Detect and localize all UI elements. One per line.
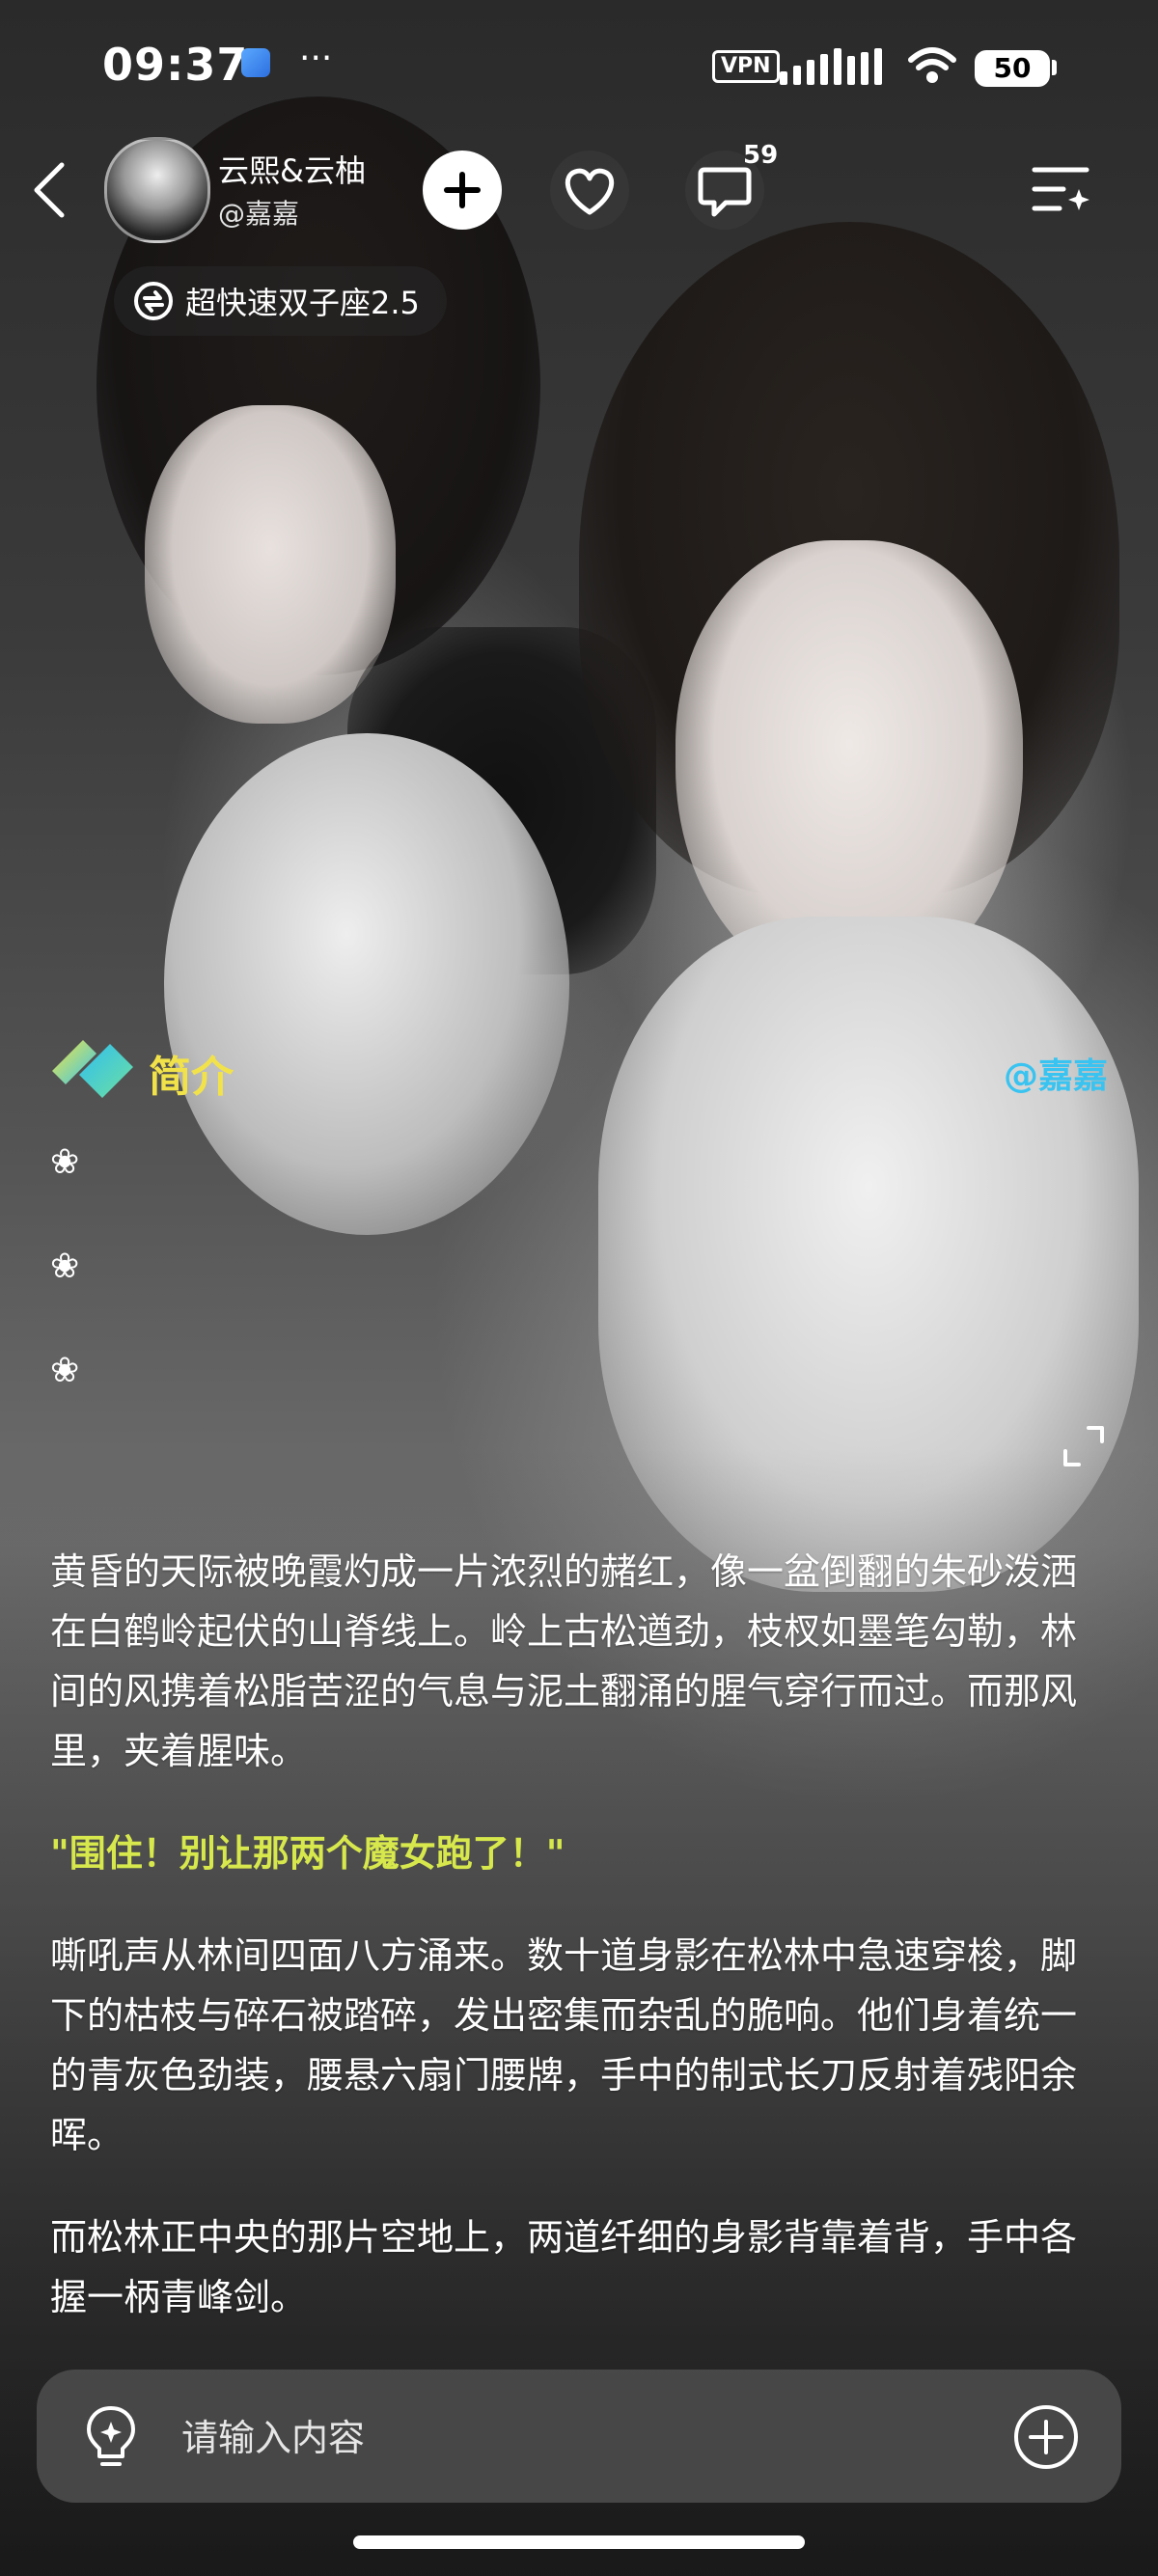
menu-sparkle-icon[interactable]	[1031, 160, 1092, 220]
battery-level: 50	[975, 50, 1050, 87]
battery-icon	[1052, 60, 1057, 75]
avatar[interactable]	[104, 137, 210, 243]
intro-title: 简介	[149, 1053, 234, 1102]
app-notification-icon	[241, 48, 270, 77]
chat-input[interactable]	[179, 2406, 955, 2470]
model-label: 超快速双子座2.5	[185, 285, 420, 321]
flower-divider: ❀	[50, 1247, 80, 1286]
author-name: 云熙&云柚	[218, 152, 366, 189]
wifi-icon	[908, 47, 956, 83]
author-handle: @嘉嘉	[218, 198, 300, 230]
status-bar: 09:37 ··· VPN 50	[0, 0, 1158, 135]
comment-count: 59	[743, 141, 779, 170]
story-paragraph: 黄昏的天际被晚霞灼成一片浓烈的赭红，像一盆倒翻的朱砂泼洒在白鹤岭起伏的山脊线上。…	[50, 1550, 1078, 1772]
author-card[interactable]: 云熙&云柚 @嘉嘉	[104, 137, 432, 245]
more-notifications-icon: ···	[299, 39, 333, 78]
model-selector[interactable]: 超快速双子座2.5	[114, 266, 447, 336]
expand-icon[interactable]	[1062, 1424, 1106, 1468]
chevron-left-icon[interactable]	[27, 159, 73, 221]
story-paragraph: 嘶吼声从林间四面八方涌来。数十道身影在松林中急速穿梭，脚下的枯枝与碎石被踏碎，发…	[50, 1934, 1078, 2156]
vpn-badge: VPN	[712, 50, 780, 83]
lightbulb-icon[interactable]	[77, 2402, 145, 2472]
story-content: 黄昏的天际被晚霞灼成一片浓烈的赭红，像一盆倒翻的朱砂泼洒在白鹤岭起伏的山脊线上。…	[50, 1542, 1112, 2370]
follow-button[interactable]	[423, 151, 502, 230]
swap-icon	[134, 282, 173, 320]
home-indicator[interactable]	[353, 2535, 805, 2549]
like-button[interactable]	[550, 151, 629, 230]
plus-circle-icon[interactable]	[1011, 2402, 1081, 2472]
heart-icon	[565, 168, 615, 215]
diamond-logo-icon	[52, 1040, 133, 1098]
story-dialogue: "围住！别让那两个魔女跑了！"	[50, 1832, 565, 1875]
flower-divider: ❀	[50, 1351, 80, 1390]
intro-author[interactable]: @嘉嘉	[1004, 1048, 1108, 1098]
signal-icon	[780, 48, 882, 85]
status-time: 09:37	[102, 39, 249, 91]
flower-divider: ❀	[50, 1142, 80, 1182]
story-paragraph: 而松林正中央的那片空地上，两道纤细的身影背靠着背，手中各握一柄青峰剑。	[50, 2216, 1078, 2318]
